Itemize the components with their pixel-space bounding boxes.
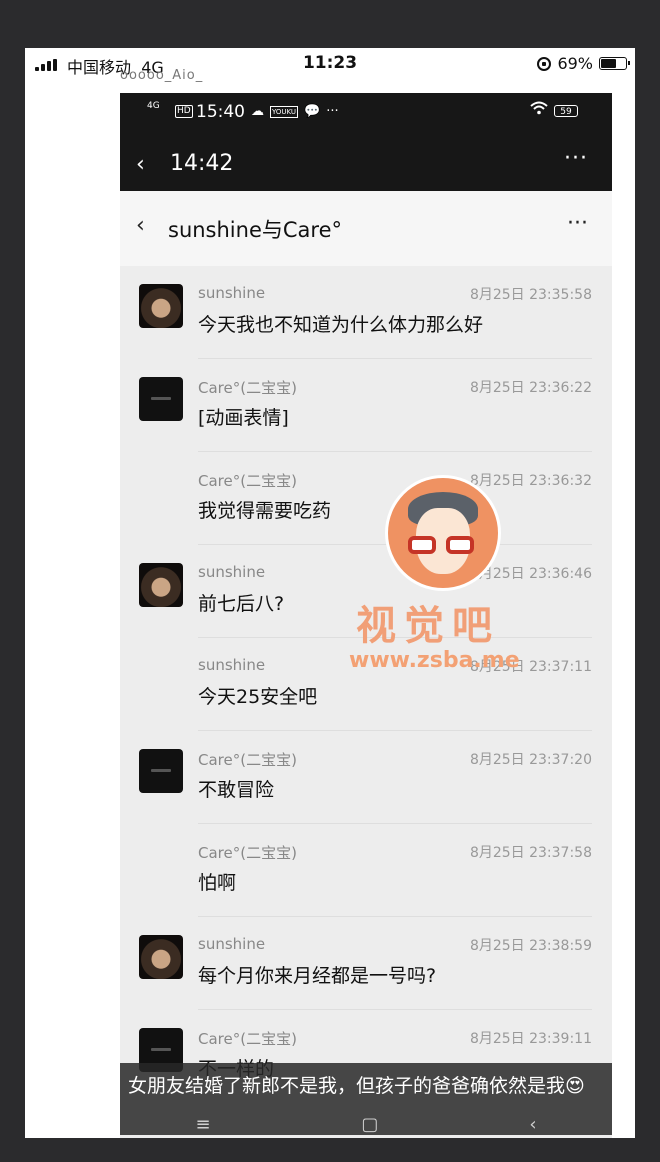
menu-icon[interactable]: ≡ — [195, 1114, 210, 1135]
sender-name: sunshine — [198, 656, 266, 674]
sender-name: Care°(二宝宝) — [198, 472, 297, 490]
inner-network: 4G — [147, 101, 160, 111]
sender-name: Care°(二宝宝) — [198, 379, 297, 397]
message-time: 8月25日 23:37:58 — [469, 845, 592, 861]
system-nav-bar: ≡ ▢ ‹ — [120, 1110, 612, 1138]
message-row[interactable]: sunshine 8月25日 23:35:58 今天我也不知道为什么体力那么好 — [120, 266, 612, 359]
message-row[interactable]: sunshine 8月25日 23:38:59 每个月你来月经都是一号吗? — [120, 917, 612, 1010]
cutoff-text: ooooo_Aio_ — [120, 68, 204, 83]
inner-status-bar: 4G HD 15:40 ☁ YOUKU 💬 ··· 59 — [120, 93, 612, 138]
sender-name: sunshine — [198, 935, 266, 953]
hd-badge: HD — [175, 105, 193, 118]
message-row[interactable]: Care°(二宝宝) 8月25日 23:36:32 我觉得需要吃药 — [120, 452, 612, 545]
inner-battery-icon: 59 — [554, 105, 578, 117]
screenshot-frame: 4G HD 15:40 ☁ YOUKU 💬 ··· 59 ‹ 14:42 ···… — [120, 93, 612, 1138]
chat-more-button[interactable]: ··· — [567, 211, 588, 236]
message-text: 不敢冒险 — [198, 779, 275, 801]
message-time: 8月25日 23:36:46 — [469, 566, 592, 582]
youku-icon: YOUKU — [270, 105, 299, 118]
more-notifications-icon: ··· — [326, 104, 339, 119]
chat-bubble-icon: 💬 — [304, 104, 321, 119]
nav-title: 14:42 — [170, 151, 234, 176]
battery-percent: 69% — [557, 54, 593, 73]
avatar[interactable] — [139, 377, 183, 421]
message-text: 今天我也不知道为什么体力那么好 — [198, 314, 484, 336]
sender-name: Care°(二宝宝) — [198, 844, 297, 862]
sender-name: Care°(二宝宝) — [198, 1030, 297, 1048]
outer-status-bar: 中国移动 4G 11:23 69% — [25, 48, 635, 82]
message-time: 8月25日 23:35:58 — [469, 287, 592, 303]
message-text: 每个月你来月经都是一号吗? — [198, 965, 437, 987]
weather-icon: ☁ — [251, 104, 264, 119]
message-text: 前七后八? — [198, 593, 285, 615]
screen: 中国移动 4G 11:23 69% ooooo_Aio_ 4G HD 15:40… — [25, 48, 635, 1138]
watermark-logo — [388, 478, 498, 588]
message-time: 8月25日 23:36:22 — [469, 380, 592, 396]
message-text: [动画表情] — [198, 407, 289, 429]
message-row[interactable]: Care°(二宝宝) 8月25日 23:37:20 不敢冒险 — [120, 731, 612, 824]
watermark-text: 视觉吧 — [356, 602, 500, 649]
chat-back-icon[interactable]: ‹ — [136, 213, 145, 238]
inner-clock: 15:40 — [196, 102, 245, 122]
chat-header: ‹ sunshine与Care° ··· — [120, 191, 612, 266]
avatar[interactable] — [139, 563, 183, 607]
message-text: 怕啊 — [198, 872, 237, 894]
chat-title: sunshine与Care° — [168, 218, 342, 242]
sender-name: sunshine — [198, 563, 266, 581]
back-nav-icon[interactable]: ‹ — [529, 1114, 536, 1135]
message-text: 我觉得需要吃药 — [198, 500, 332, 522]
battery-icon — [599, 57, 630, 70]
avatar[interactable] — [139, 284, 183, 328]
message-text: 今天25安全吧 — [198, 686, 318, 708]
rotation-lock-icon — [537, 56, 552, 71]
avatar[interactable] — [139, 935, 183, 979]
more-button[interactable]: ··· — [564, 146, 588, 171]
avatar[interactable] — [139, 749, 183, 793]
status-right: 69% — [537, 54, 630, 73]
message-time: 8月25日 23:39:11 — [469, 1031, 592, 1047]
message-row[interactable]: Care°(二宝宝) 8月25日 23:36:22 [动画表情] — [120, 359, 612, 452]
message-time: 8月25日 23:38:59 — [469, 938, 592, 954]
message-row[interactable]: Care°(二宝宝) 8月25日 23:37:58 怕啊 — [120, 824, 612, 917]
sender-name: sunshine — [198, 284, 266, 302]
back-icon[interactable]: ‹ — [136, 152, 145, 177]
inner-nav-bar: ‹ 14:42 ··· — [120, 138, 612, 191]
wifi-icon — [530, 101, 548, 119]
notification-icons: ☁ YOUKU 💬 ··· — [251, 104, 339, 119]
home-icon[interactable]: ▢ — [361, 1114, 378, 1135]
sender-name: Care°(二宝宝) — [198, 751, 297, 769]
message-time: 8月25日 23:37:20 — [469, 752, 592, 768]
watermark-url: www.zsba.me — [349, 648, 520, 673]
message-time: 8月25日 23:36:32 — [469, 473, 592, 489]
